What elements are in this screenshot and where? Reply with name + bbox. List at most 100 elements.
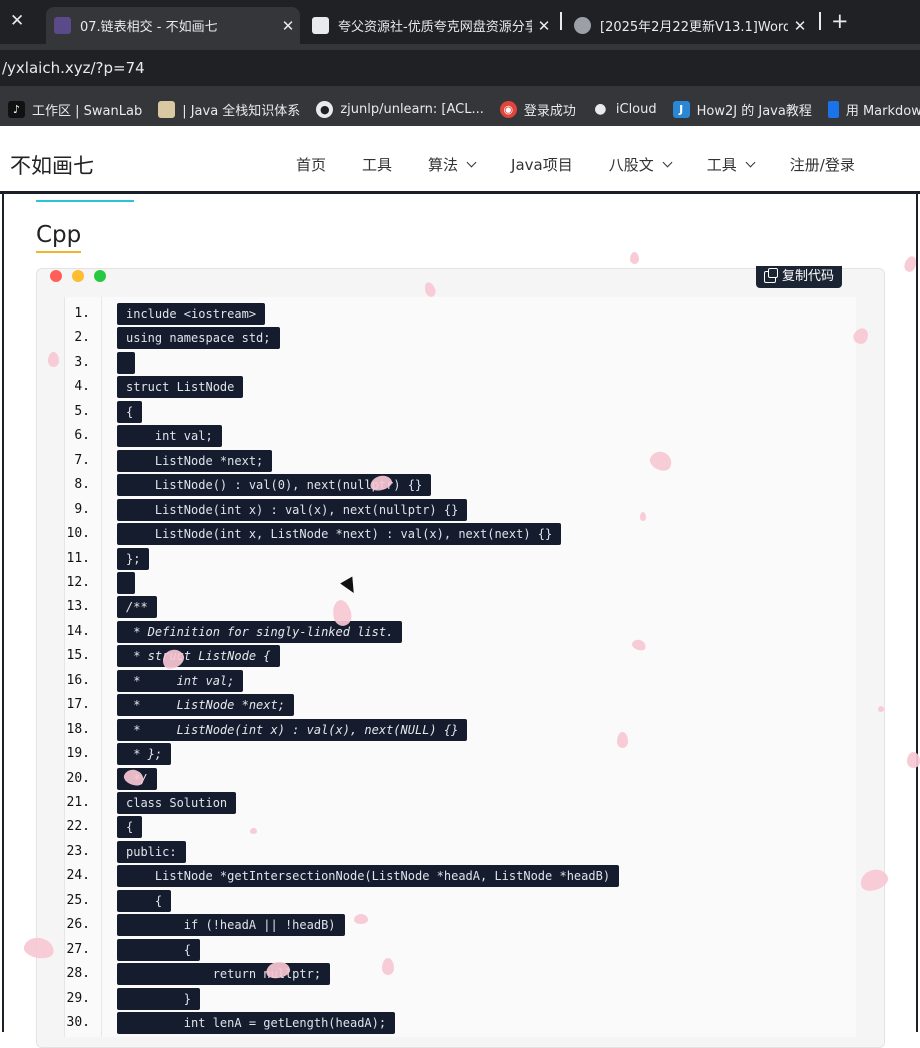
copy-code-button[interactable]: 复制代码	[756, 266, 843, 288]
code-line: 20. */	[64, 767, 856, 791]
nav-algorithms[interactable]: 算法	[428, 154, 477, 175]
nav-home[interactable]: 首页	[296, 154, 326, 175]
tab-separator	[819, 12, 821, 30]
code-line: 11.};	[64, 547, 856, 571]
code-text: include <iostream>	[117, 303, 266, 325]
tab-active[interactable]: 07.链表相交 - 不如画七 ✕	[46, 7, 300, 44]
tab-wordpress[interactable]: [2025年2月22更新V13.1]WordPress ✕	[566, 7, 812, 44]
close-icon[interactable]: ✕	[532, 17, 556, 35]
bookmark-label: 用 Markdown 画图 |...	[845, 103, 920, 119]
bookmark-github[interactable]: ● zjunlp/unlearn: [ACL...	[316, 100, 484, 118]
line-number: 4.	[74, 379, 90, 395]
code-text: /**	[117, 596, 157, 619]
code-line: 9. ListNode(int x) : val(x), next(nullpt…	[64, 498, 856, 522]
site-header: 不如画七 首页 工具 算法 Java项目 八股文 工具 注册/登录	[0, 132, 920, 194]
code-text: ListNode *getIntersectionNode(ListNode *…	[117, 865, 620, 888]
code-text: {	[117, 889, 172, 912]
line-number: 5.	[74, 403, 90, 419]
globe-icon	[574, 17, 591, 34]
line-number: 24.	[66, 868, 90, 884]
code-text: int val;	[117, 425, 222, 448]
code-text	[117, 351, 135, 374]
code-line: 2. using namespace std;	[64, 326, 856, 350]
main-nav: 首页 工具 算法 Java项目 八股文 工具 注册/登录	[296, 154, 855, 175]
avatar-icon	[158, 100, 176, 118]
code-line: 12.	[64, 571, 856, 595]
section-heading: Cpp	[36, 220, 82, 253]
code-line: 7. ListNode *next;	[64, 449, 856, 473]
new-tab-icon[interactable]: +	[831, 9, 849, 33]
code-text: * struct ListNode {	[117, 645, 280, 668]
code-line: 16. * int val;	[64, 669, 856, 693]
close-icon[interactable]: ✕	[276, 17, 300, 35]
bookmark-java-knowledge[interactable]: | Java 全栈知识体系	[158, 100, 300, 119]
tab-separator	[560, 12, 562, 30]
line-number: 3.	[74, 354, 90, 370]
code-line: 29. }	[64, 987, 856, 1011]
code-line: 3.	[64, 351, 856, 375]
code-line: 27. {	[64, 938, 856, 962]
tab-kuafu[interactable]: 夸父资源社-优质夸克网盘资源分享 ✕	[304, 7, 556, 44]
nav-login[interactable]: 注册/登录	[790, 154, 855, 175]
code-line: 25. {	[64, 889, 856, 913]
nav-label: 工具	[362, 156, 393, 174]
bookmark-how2j[interactable]: J How2J 的 Java教程	[672, 100, 812, 119]
site-brand[interactable]: 不如画七	[10, 150, 94, 180]
copy-code-label: 复制代码	[782, 269, 835, 284]
code-text	[117, 571, 135, 594]
nav-tools-menu[interactable]: 工具	[706, 154, 756, 175]
bookmark-label: 登录成功	[523, 103, 576, 119]
bookmark-icloud[interactable]: ● iCloud	[592, 101, 657, 118]
line-number: 23.	[66, 843, 90, 859]
nav-tools[interactable]: 工具	[362, 154, 392, 175]
line-number: 13.	[66, 599, 90, 615]
address-bar: /yxlaich.xyz/?p=74	[0, 44, 920, 92]
line-number: 22.	[66, 819, 90, 835]
window-minimize-dot	[72, 270, 84, 282]
bookmark-icon	[827, 100, 839, 118]
line-number: 14.	[66, 623, 90, 639]
code-text: * int val;	[117, 669, 244, 692]
line-number: 16.	[66, 672, 90, 688]
url-field[interactable]: /yxlaich.xyz/?p=74	[0, 50, 920, 86]
nav-label: 首页	[296, 156, 327, 174]
nav-label: 注册/登录	[789, 156, 855, 174]
bookmark-label: | Java 全栈知识体系	[182, 103, 301, 119]
bookmark-label: 工作区 | SwanLab	[32, 103, 143, 119]
line-number: 2.	[74, 330, 90, 346]
code-text: struct ListNode	[117, 376, 244, 399]
close-icon[interactable]: ✕	[788, 17, 812, 35]
code-line: 19. * };	[64, 742, 856, 766]
line-number: 21.	[66, 795, 90, 810]
line-number: 11.	[66, 550, 90, 566]
content-frame-right	[916, 194, 918, 1032]
bookmark-login-success[interactable]: ◉ 登录成功	[499, 100, 576, 119]
tab-title: 07.链表相交 - 不如画七	[80, 20, 218, 35]
section-underline	[36, 200, 134, 202]
code-text: };	[117, 547, 150, 570]
bookmark-markdown[interactable]: 用 Markdown 画图 |...	[827, 100, 920, 119]
code-text: * ListNode *next;	[117, 694, 294, 717]
nav-interview[interactable]: 八股文	[608, 154, 673, 175]
nav-label: 算法	[428, 156, 459, 174]
nav-label: Java项目	[511, 156, 573, 174]
line-number: 30.	[66, 1015, 90, 1031]
chevron-down-icon	[745, 157, 756, 168]
close-icon[interactable]: ✕	[10, 11, 24, 31]
window-maximize-dot	[94, 270, 106, 282]
nav-java-projects[interactable]: Java项目	[511, 154, 573, 175]
code-line: 28. return nullptr;	[64, 962, 856, 986]
bookmark-label: iCloud	[615, 101, 657, 117]
bookmark-swanlab[interactable]: ♪ 工作区 | SwanLab	[8, 100, 142, 119]
tab-title: 夸父资源社-优质夸克网盘资源分享	[338, 20, 532, 35]
line-number: 19.	[66, 746, 90, 762]
code-line: 17. * ListNode *next;	[64, 693, 856, 717]
line-number: 15.	[66, 648, 90, 664]
code-line: 26. if (!headA || !headB)	[64, 913, 856, 937]
nav-label: 八股文	[608, 156, 654, 174]
code-line: 1. include <iostream>	[64, 302, 856, 326]
nav-label: 工具	[706, 156, 737, 174]
line-number: 28.	[66, 966, 90, 982]
code-text: using namespace std;	[117, 327, 280, 350]
code-line: 13. /**	[64, 595, 856, 619]
